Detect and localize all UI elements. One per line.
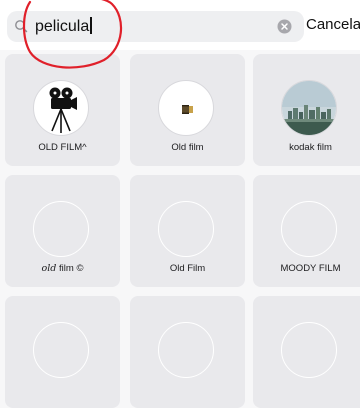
- avatar: [158, 80, 214, 136]
- clear-icon[interactable]: [277, 19, 292, 34]
- city-skyline-icon: [282, 81, 336, 135]
- search-input[interactable]: pelicula: [7, 11, 304, 42]
- card-label: MOODY FILM: [280, 263, 341, 274]
- text-caret: [90, 17, 92, 34]
- card-label: Old film: [171, 142, 204, 153]
- result-card[interactable]: Old film: [130, 54, 245, 166]
- avatar: [281, 201, 337, 257]
- search-query: pelicula: [35, 17, 92, 36]
- result-card[interactable]: [130, 296, 245, 408]
- avatar: [281, 322, 337, 378]
- avatar: [158, 201, 214, 257]
- result-card[interactable]: old film ©: [5, 175, 120, 287]
- avatar: [158, 322, 214, 378]
- search-icon: [15, 20, 28, 33]
- result-card[interactable]: Old Film: [130, 175, 245, 287]
- result-card[interactable]: [5, 296, 120, 408]
- search-query-text: pelicula: [35, 18, 90, 35]
- card-label: kodak film: [289, 142, 332, 153]
- avatar: [33, 80, 89, 136]
- result-card[interactable]: MOODY FILM: [253, 175, 360, 287]
- film-roll-icon: [182, 105, 193, 114]
- avatar: [33, 322, 89, 378]
- avatar: [281, 80, 337, 136]
- result-card[interactable]: kodak film: [253, 54, 360, 166]
- search-header: pelicula Cancelar: [0, 0, 360, 50]
- results-grid: OLD FILM^ Old film kodak film old film ©…: [0, 50, 360, 408]
- avatar: [33, 201, 89, 257]
- cancel-button[interactable]: Cancelar: [306, 16, 360, 34]
- card-label-text: film ©: [59, 263, 84, 274]
- card-label: OLD FILM^: [38, 142, 87, 153]
- film-camera-icon: [49, 87, 77, 133]
- card-label: Old Film: [169, 263, 206, 274]
- result-card[interactable]: [253, 296, 360, 408]
- card-label: old film ©: [5, 263, 120, 275]
- result-card[interactable]: OLD FILM^: [5, 54, 120, 166]
- card-label-prefix: old: [41, 263, 57, 274]
